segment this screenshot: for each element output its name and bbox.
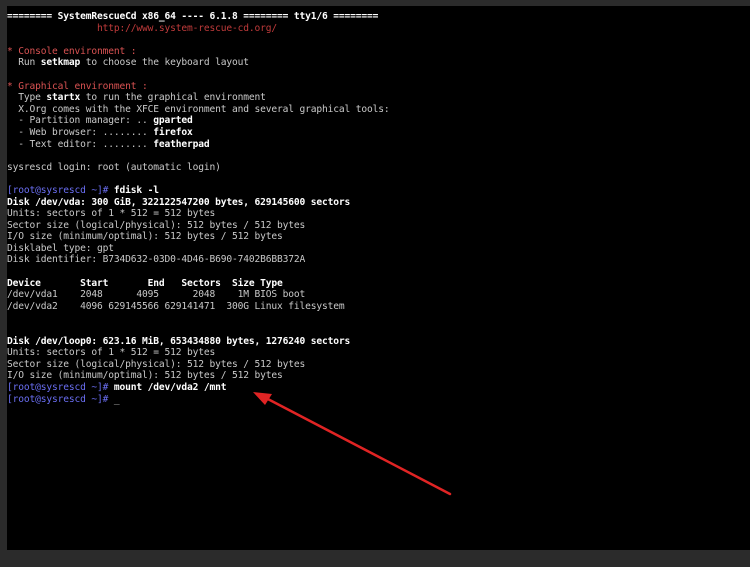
- mount-command: mount /dev/vda2 /mnt: [108, 382, 227, 393]
- shell-prompt: [root@sysrescd ~]#: [7, 382, 109, 393]
- terminal-screen[interactable]: ======== SystemRescueCd x86_64 ---- 6.1.…: [7, 6, 750, 550]
- disk-info-line: Units: sectors of 1 * 512 = 512 bytes: [7, 208, 216, 220]
- console-heading: * Console environment :: [7, 45, 137, 57]
- active-prompt-line[interactable]: [root@sysrescd ~]# _: [7, 394, 750, 406]
- graphical-type-line: Type startx to run the graphical environ…: [7, 92, 266, 104]
- loop-info-line: Sector size (logical/physical): 512 byte…: [7, 358, 306, 370]
- loop-info-line: Units: sectors of 1 * 512 = 512 bytes: [7, 347, 216, 359]
- disk-info-line: Sector size (logical/physical): 512 byte…: [7, 219, 306, 231]
- banner-line: ======== SystemRescueCd x86_64 ---- 6.1.…: [7, 11, 750, 23]
- banner-title: ======== SystemRescueCd x86_64 ---- 6.1.…: [7, 11, 379, 22]
- shell-prompt: [root@sysrescd ~]#: [7, 393, 109, 405]
- partition-row: /dev/vda1 2048 4095 2048 1M BIOS boot: [7, 289, 306, 301]
- terminal-output: ======== SystemRescueCd x86_64 ---- 6.1.…: [7, 11, 750, 405]
- startx-command: startx: [46, 92, 81, 104]
- disk-info-line: I/O size (minimum/optimal): 512 bytes / …: [7, 231, 283, 243]
- loop-info-line: I/O size (minimum/optimal): 512 bytes / …: [7, 370, 283, 382]
- text-cursor: _: [108, 393, 120, 405]
- disk-vda-header: Disk /dev/vda: 300 GiB, 322122547200 byt…: [7, 196, 351, 208]
- partition-table-header: Device Start End Sectors Size Type: [7, 277, 283, 289]
- disk-info-line: Disk identifier: B734D632-03D0-4D46-B690…: [7, 254, 306, 266]
- partition-row: /dev/vda2 4096 629145566 629141471 300G …: [7, 300, 345, 312]
- banner-url-line: http://www.system-rescue-cd.org/: [7, 23, 750, 35]
- setkmap-command: setkmap: [40, 57, 81, 69]
- fdisk-command: fdisk -l: [108, 184, 159, 196]
- xorg-line: X.Org comes with the XFCE environment an…: [7, 103, 390, 115]
- tool-partition-manager: - Partition manager: .. gparted: [7, 115, 193, 127]
- tool-text-editor: - Text editor: ........ featherpad: [7, 138, 210, 150]
- fdisk-command-line: [root@sysrescd ~]# fdisk -l: [7, 185, 750, 197]
- graphical-heading: * Graphical environment :: [7, 80, 148, 92]
- project-url[interactable]: http://www.system-rescue-cd.org/: [97, 23, 277, 34]
- tool-web-browser: - Web browser: ........ firefox: [7, 126, 193, 138]
- console-run-line: Run setkmap to choose the keyboard layou…: [7, 57, 249, 69]
- login-line: sysrescd login: root (automatic login): [7, 161, 221, 173]
- shell-prompt: [root@sysrescd ~]#: [7, 184, 109, 196]
- mount-command-line: [root@sysrescd ~]# mount /dev/vda2 /mnt: [7, 382, 750, 394]
- disk-info-line: Disklabel type: gpt: [7, 242, 114, 254]
- disk-loop-header: Disk /dev/loop0: 623.16 MiB, 653434880 b…: [7, 335, 351, 347]
